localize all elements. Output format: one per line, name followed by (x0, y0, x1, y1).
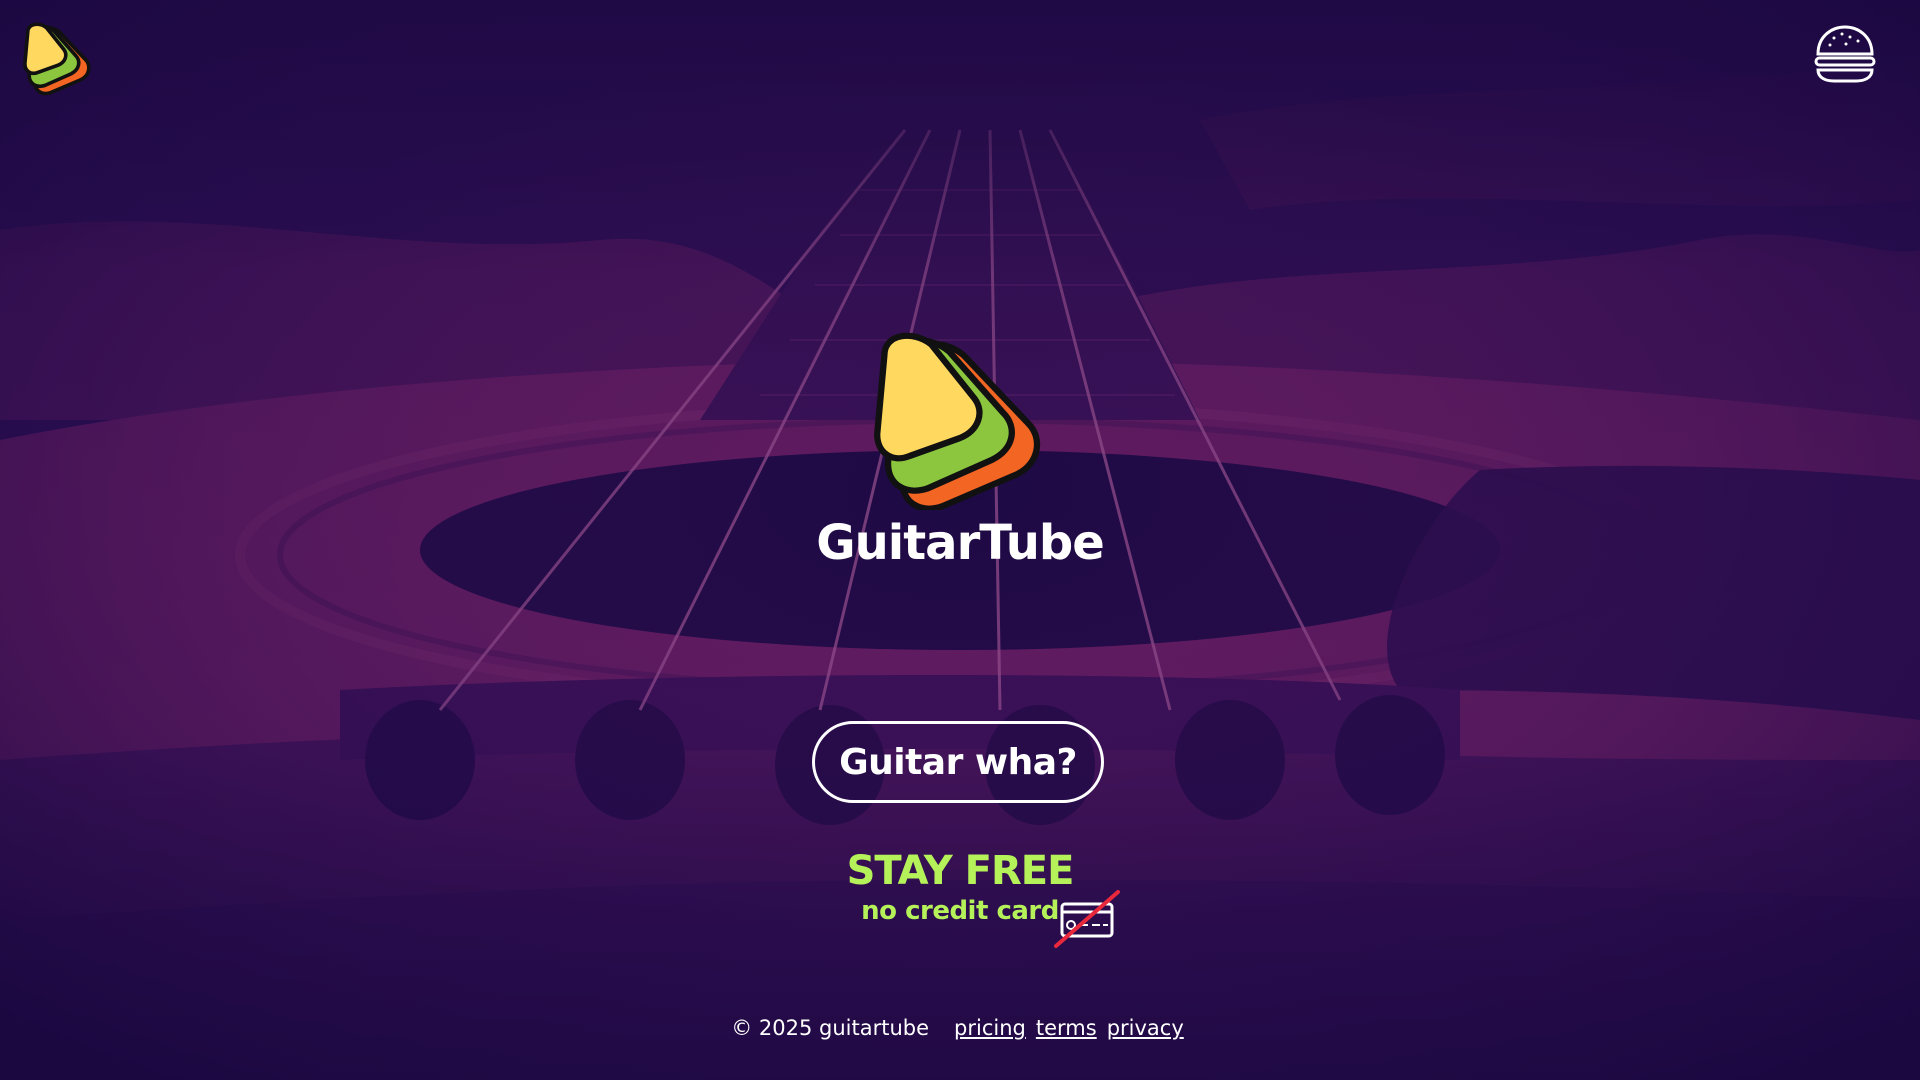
privacy-link[interactable]: privacy (1107, 1016, 1184, 1040)
pricing-link[interactable]: pricing (954, 1016, 1026, 1040)
guitar-wha-button[interactable]: Guitar wha? (812, 721, 1104, 803)
terms-link[interactable]: terms (1036, 1016, 1097, 1040)
guitartube-logo-icon[interactable] (22, 20, 94, 96)
brand-title: GuitarTube (816, 515, 1105, 571)
no-credit-card-icon (1054, 890, 1120, 948)
copyright-text: © 2025 guitartube (731, 1016, 930, 1040)
guitartube-hero-logo-icon (874, 332, 1041, 510)
stay-free-heading: STAY FREE (846, 848, 1075, 894)
landing-page: GuitarTube Guitar wha? STAY FREE no cred… (0, 0, 1920, 1080)
footer: © 2025 guitartube pricing terms privacy (0, 1016, 1920, 1040)
burger-menu-icon[interactable] (1812, 24, 1878, 84)
